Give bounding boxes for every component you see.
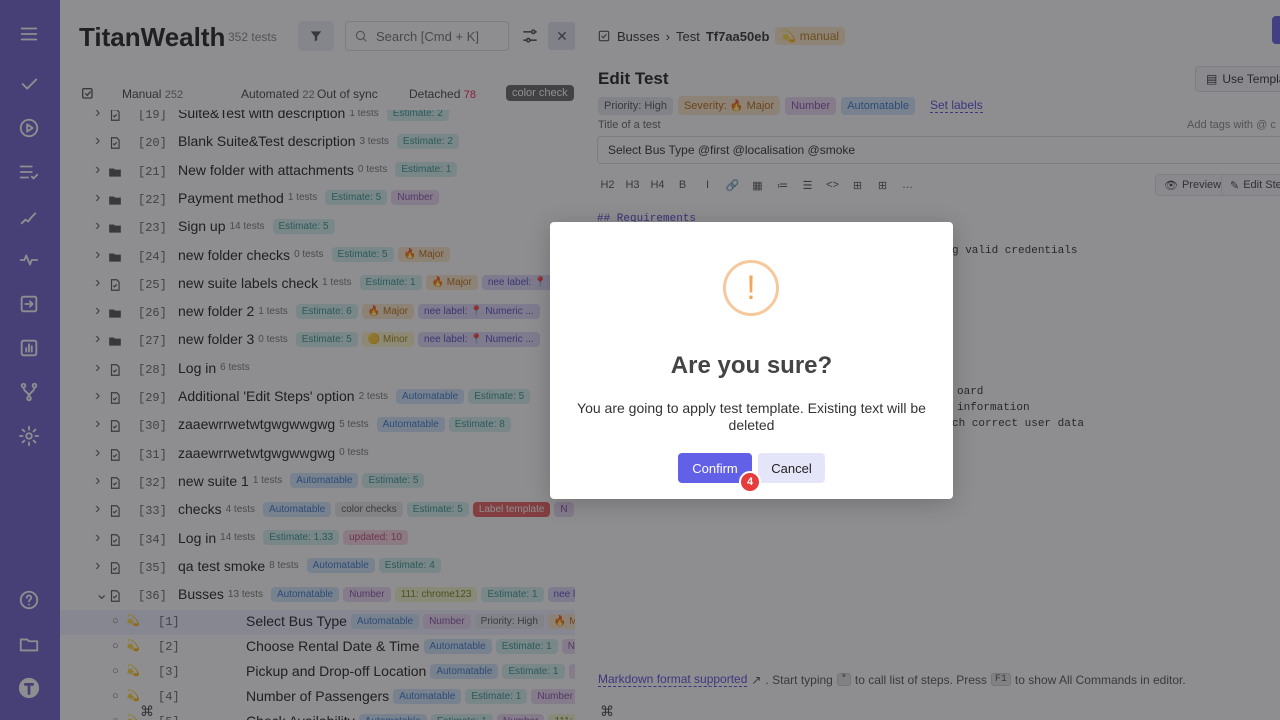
dialog-title: Are you sure? xyxy=(670,352,833,379)
step-badge: 4 xyxy=(739,471,761,493)
warning-icon: ! xyxy=(723,260,779,316)
dialog-message: You are going to apply test template. Ex… xyxy=(577,400,926,433)
cancel-button[interactable]: Cancel xyxy=(758,453,825,483)
confirm-dialog: ! Are you sure? You are going to apply t… xyxy=(550,222,953,499)
